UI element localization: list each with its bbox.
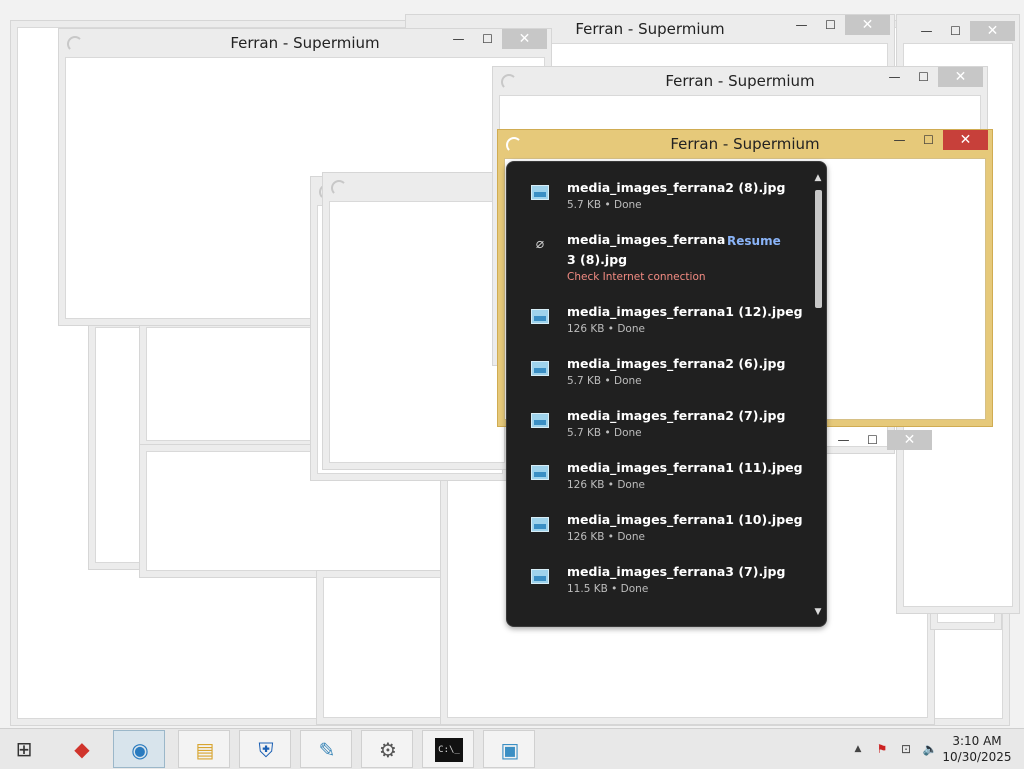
minimize-button[interactable]: — — [829, 430, 858, 450]
windows-defender-icon: ⛨ — [258, 738, 274, 762]
resume-button[interactable]: Resume — [727, 234, 781, 248]
download-item[interactable]: media_images_ferrana1 (11).jpeg 126 KB •… — [507, 460, 807, 500]
action-center-flag-icon[interactable]: ⚑ — [874, 741, 890, 757]
taskbar-app-button[interactable]: C:\_ — [422, 730, 474, 768]
close-button[interactable]: ✕ — [938, 67, 983, 87]
scroll-up-icon[interactable]: ▲ — [812, 172, 824, 184]
image-file-icon — [531, 185, 549, 200]
maximize-button[interactable]: ☐ — [941, 21, 970, 41]
taskbar-app-button[interactable]: ▤ — [178, 730, 230, 768]
taskbar-app-button[interactable]: ▣ — [483, 730, 535, 768]
download-filename: media_images_ferrana — [567, 232, 726, 247]
bg-window-frame — [139, 320, 339, 448]
download-error: Check Internet connection — [567, 271, 706, 283]
maximize-button[interactable]: ☐ — [914, 130, 943, 150]
download-status: 5.7 KB • Done — [567, 375, 642, 387]
settings-tool-icon: ⚙ — [379, 738, 397, 762]
image-file-icon — [531, 465, 549, 480]
download-status: 126 KB • Done — [567, 531, 645, 543]
maximize-button[interactable]: ☐ — [816, 15, 845, 35]
downloads-scrollbar[interactable]: ▲ ▼ — [810, 168, 826, 620]
download-filename: media_images_ferrana2 (6).jpg — [567, 356, 786, 371]
minimize-button[interactable]: — — [885, 130, 914, 150]
download-status: 5.7 KB • Done — [567, 427, 642, 439]
downloads-panel: media_images_ferrana2 (8).jpg 5.7 KB • D… — [506, 161, 827, 627]
download-filename: media_images_ferrana1 (12).jpeg — [567, 304, 803, 319]
clock-date: 10/30/2025 — [942, 750, 1012, 764]
download-item[interactable]: media_images_ferrana2 (8).jpg 5.7 KB • D… — [507, 180, 807, 220]
browser-window[interactable] — [322, 172, 512, 470]
minimize-button[interactable]: — — [912, 21, 941, 41]
close-button[interactable]: ✕ — [845, 15, 890, 35]
notepad-icon: ✎ — [318, 738, 336, 762]
show-hidden-icons-icon[interactable]: ▲ — [850, 741, 866, 757]
file-explorer-icon: ▤ — [195, 738, 215, 762]
download-filename: media_images_ferrana2 (8).jpg — [567, 180, 786, 195]
minimize-button[interactable]: — — [444, 29, 473, 49]
bg-window-client — [323, 577, 459, 718]
minimize-button[interactable]: — — [880, 67, 909, 87]
download-filename: media_images_ferrana3 (7).jpg — [567, 564, 786, 579]
maximize-button[interactable]: ☐ — [473, 29, 502, 49]
close-button[interactable]: ✕ — [502, 29, 547, 49]
taskbar: ⊞ ◆ ◉ ▤ ⛨ ✎ ⚙ C:\_ ▣ ▲ ⚑ ⊡ 🔈 3:10 AM 10/… — [0, 728, 1024, 769]
download-item[interactable]: media_images_ferrana3 (7).jpg 11.5 KB • … — [507, 564, 807, 604]
download-filename: media_images_ferrana1 (10).jpeg — [567, 512, 803, 527]
loading-spinner-icon — [331, 180, 347, 196]
scroll-thumb[interactable] — [815, 190, 822, 308]
window-client — [329, 201, 505, 463]
download-status: 11.5 KB • Done — [567, 583, 649, 595]
download-item[interactable]: media_images_ferrana1 (10).jpeg 126 KB •… — [507, 512, 807, 552]
web-app-icon: ◆ — [74, 737, 90, 761]
close-button[interactable]: ✕ — [970, 21, 1015, 41]
minimize-button[interactable]: — — [787, 15, 816, 35]
clock[interactable]: 3:10 AM 10/30/2025 — [942, 733, 1012, 765]
taskbar-app-button[interactable]: ◉ — [113, 730, 165, 768]
maximize-button[interactable]: ☐ — [858, 430, 887, 450]
download-status: 126 KB • Done — [567, 323, 645, 335]
download-item[interactable]: ⌀ media_images_ferrana 3 (8).jpg Check I… — [507, 232, 807, 287]
image-file-icon — [531, 361, 549, 376]
maximize-button[interactable]: ☐ — [909, 67, 938, 87]
image-file-icon — [531, 413, 549, 428]
download-status: 5.7 KB • Done — [567, 199, 642, 211]
download-status: 126 KB • Done — [567, 479, 645, 491]
taskbar-app-button[interactable]: ⚙ — [361, 730, 413, 768]
supermium-browser-icon: ◉ — [131, 738, 149, 762]
taskbar-app-button[interactable]: ◆ — [56, 730, 108, 768]
image-file-icon — [531, 569, 549, 584]
taskbar-app-button[interactable]: ✎ — [300, 730, 352, 768]
window-controls: — ☐ ✕ — [829, 430, 932, 450]
image-file-icon — [531, 309, 549, 324]
download-item[interactable]: media_images_ferrana2 (7).jpg 5.7 KB • D… — [507, 408, 807, 448]
download-filename-cont: 3 (8).jpg — [567, 252, 628, 267]
volume-icon[interactable]: 🔈 — [922, 741, 938, 757]
download-item[interactable]: media_images_ferrana2 (6).jpg 5.7 KB • D… — [507, 356, 807, 396]
image-viewer-icon: ▣ — [500, 738, 520, 762]
close-button[interactable]: ✕ — [887, 430, 932, 450]
taskbar-app-button[interactable]: ⛨ — [239, 730, 291, 768]
scroll-down-icon[interactable]: ▼ — [812, 606, 824, 618]
command-prompt-icon: C:\_ — [435, 738, 463, 762]
start-button[interactable]: ⊞ — [0, 730, 48, 768]
network-icon[interactable]: ⊡ — [898, 741, 914, 757]
bg-window-client — [146, 327, 332, 441]
clock-time: 3:10 AM — [952, 734, 1002, 748]
download-item[interactable]: media_images_ferrana1 (12).jpeg 126 KB •… — [507, 304, 807, 344]
download-filename: media_images_ferrana1 (11).jpeg — [567, 460, 803, 475]
download-filename: media_images_ferrana2 (7).jpg — [567, 408, 786, 423]
windows-start-icon: ⊞ — [15, 737, 33, 761]
close-button[interactable]: ✕ — [943, 130, 988, 150]
no-connection-icon: ⌀ — [535, 236, 545, 252]
image-file-icon — [531, 517, 549, 532]
